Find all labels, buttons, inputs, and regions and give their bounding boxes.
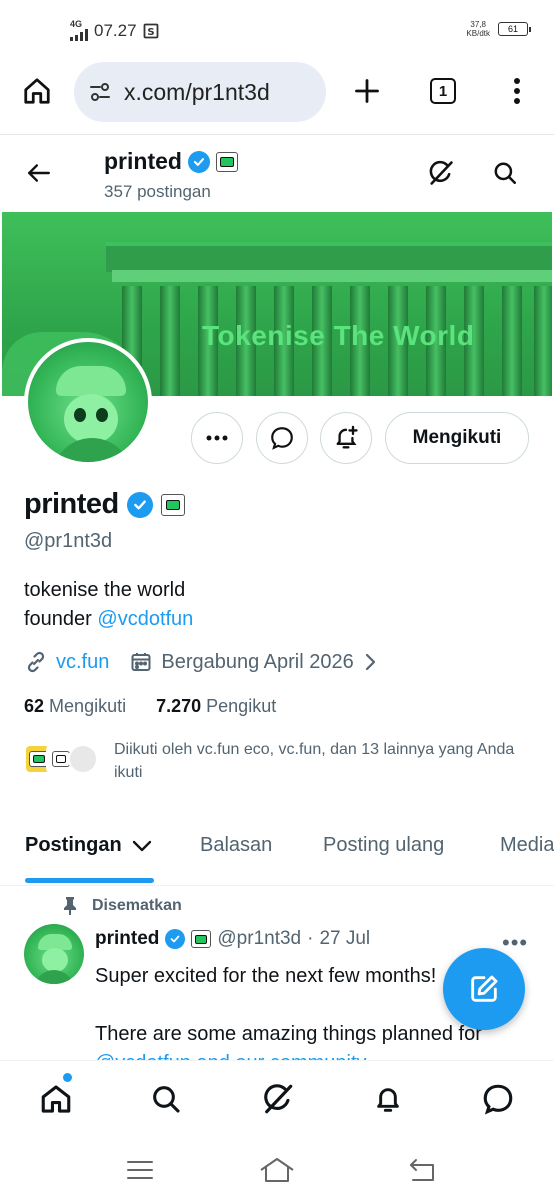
notifications-toggle-button[interactable]: [320, 412, 372, 464]
header-name: printed: [104, 148, 238, 175]
tab-media[interactable]: Media: [500, 834, 554, 857]
bell-plus-icon: [336, 425, 358, 449]
browser-menu-icon[interactable]: [500, 74, 534, 108]
affiliation-badge-icon[interactable]: [160, 493, 185, 516]
pinned-label: Disematkan: [62, 896, 182, 916]
signal-icon: [70, 29, 88, 41]
tab-reposts[interactable]: Posting ulang: [323, 834, 444, 857]
avatar: [68, 744, 98, 774]
active-tab-indicator: [25, 878, 154, 883]
post-count: 357 postingan: [104, 182, 211, 201]
link-icon: [27, 651, 45, 673]
followed-by[interactable]: Diikuti oleh vc.fun eco, vc.fun, dan 13 …: [24, 738, 534, 786]
search-icon[interactable]: [488, 156, 522, 190]
grok-icon[interactable]: [424, 156, 458, 190]
network-type: 4G: [70, 19, 83, 29]
banner-text: Tokenise The World: [202, 320, 475, 351]
joined-date[interactable]: Bergabung April 2026: [161, 651, 353, 674]
pin-icon: [64, 897, 76, 915]
home-icon[interactable]: [20, 74, 54, 108]
post-author-name[interactable]: printed: [95, 928, 159, 950]
battery-icon: 61: [498, 22, 531, 36]
verified-badge-icon: [126, 491, 153, 518]
profile-name: printed: [24, 488, 185, 521]
calendar-icon: [131, 653, 151, 671]
back-arrow-icon[interactable]: [22, 156, 56, 190]
verified-badge-icon: [187, 150, 210, 173]
bottom-nav: [0, 1060, 554, 1140]
address-bar[interactable]: x.com/pr1nt3d: [74, 62, 326, 122]
nav-notifications-icon[interactable]: [368, 1079, 408, 1119]
system-nav-bar: [0, 1140, 554, 1200]
compose-post-button[interactable]: [443, 948, 525, 1030]
affiliation-badge-icon: [191, 930, 212, 948]
post-date[interactable]: 27 Jul: [319, 928, 370, 950]
following-button[interactable]: Mengikuti: [385, 412, 529, 464]
clock: 07.27: [94, 20, 137, 40]
chevron-right-icon[interactable]: [362, 652, 378, 672]
followed-by-text: Diikuti oleh vc.fun eco, vc.fun, dan 13 …: [114, 741, 515, 781]
profile-tabs: Postingan Balasan Posting ulang Media: [0, 826, 554, 886]
followers-stat[interactable]: 7.270 Pengikut: [156, 696, 276, 717]
site-settings-icon[interactable]: [88, 80, 112, 104]
compose-icon: [471, 975, 498, 1002]
chevron-down-icon[interactable]: [132, 839, 152, 853]
more-options-button[interactable]: [191, 412, 243, 464]
recents-icon[interactable]: [122, 1152, 158, 1188]
followed-by-avatars: [24, 744, 98, 778]
profile-bio: tokenise the world founder @vcdotfun: [24, 579, 194, 630]
post-author-avatar[interactable]: [24, 924, 84, 984]
url-text: x.com/pr1nt3d: [124, 78, 270, 105]
tab-posts[interactable]: Postingan: [25, 834, 152, 857]
nav-search-icon[interactable]: [146, 1079, 186, 1119]
profile-meta: vc.fun Bergabung April 2026: [24, 650, 378, 674]
post-more-button[interactable]: •••: [502, 930, 528, 956]
bio-mention-link[interactable]: @vcdotfun: [97, 608, 193, 630]
more-icon: [206, 435, 228, 441]
nav-messages-icon[interactable]: [478, 1079, 518, 1119]
tab-replies[interactable]: Balasan: [200, 834, 272, 857]
verified-badge-icon: [165, 929, 186, 949]
browser-toolbar: x.com/pr1nt3d 1: [0, 60, 554, 132]
screenshot-icon: S: [143, 23, 158, 38]
post-header: printed @pr1nt3d · 27 Jul: [95, 928, 371, 950]
message-icon: [271, 427, 293, 450]
system-home-icon[interactable]: [259, 1152, 295, 1188]
tab-count: 1: [430, 78, 456, 104]
status-bar: 4G 07.27 S 37,8 KB/dtk 61: [0, 0, 554, 60]
system-back-icon[interactable]: [404, 1152, 440, 1188]
svg-text:S: S: [147, 27, 154, 38]
profile-avatar[interactable]: [24, 338, 152, 466]
network-speed: 37,8 KB/dtk: [466, 20, 490, 38]
new-tab-icon[interactable]: [350, 74, 384, 108]
profile-handle: @pr1nt3d: [24, 530, 113, 552]
following-stat[interactable]: 62 Mengikuti: [24, 696, 126, 717]
follow-stats: 62 Mengikuti 7.270 Pengikut: [24, 696, 276, 717]
post-author-handle[interactable]: @pr1nt3d: [217, 928, 301, 950]
website-link[interactable]: vc.fun: [56, 651, 109, 674]
nav-grok-icon[interactable]: [258, 1079, 298, 1119]
affiliation-badge-icon: [215, 151, 238, 172]
profile-top-bar: printed 357 postingan: [0, 136, 554, 212]
tab-switcher-button[interactable]: 1: [426, 74, 460, 108]
message-button[interactable]: [256, 412, 308, 464]
divider: [0, 134, 554, 135]
nav-home-icon[interactable]: [36, 1079, 76, 1119]
notification-dot: [63, 1073, 72, 1082]
